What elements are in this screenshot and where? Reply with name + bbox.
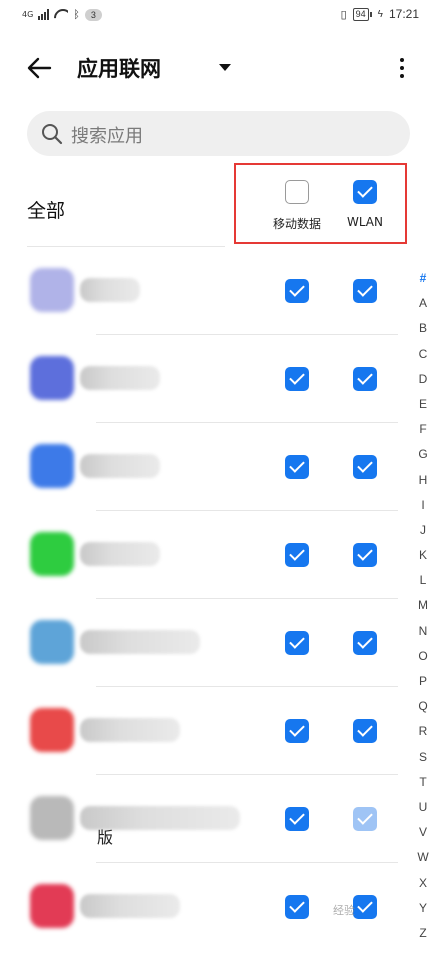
app-row[interactable]: [0, 334, 410, 422]
app-row[interactable]: [0, 598, 410, 686]
app-icon: [30, 444, 74, 488]
app-icon: [30, 268, 74, 312]
app-name-redacted: [80, 718, 180, 742]
app-icon: [30, 620, 74, 664]
app-row[interactable]: [0, 510, 410, 598]
alphabet-index-letter[interactable]: M: [413, 593, 433, 618]
back-arrow-icon: [27, 57, 52, 79]
mobile-data-checkbox[interactable]: [285, 631, 309, 655]
back-button[interactable]: [24, 52, 56, 84]
mobile-data-column-header: 移动数据: [262, 180, 332, 232]
app-name-redacted: [80, 542, 160, 566]
vibrate-icon: ▯: [340, 8, 347, 21]
wlan-all-checkbox[interactable]: [353, 180, 377, 204]
wlan-checkbox[interactable]: [353, 279, 377, 303]
app-name-redacted: [80, 894, 180, 918]
alphabet-index-letter[interactable]: T: [413, 770, 433, 795]
bluetooth-icon: ᛒ: [73, 8, 80, 21]
all-apps-label: 全部: [27, 200, 66, 222]
watermark: 经验: [333, 904, 355, 917]
alphabet-index-letter[interactable]: K: [413, 543, 433, 568]
mobile-data-checkbox[interactable]: [285, 895, 309, 919]
app-icon: [30, 532, 74, 576]
app-icon: [30, 884, 74, 928]
wlan-checkbox[interactable]: [353, 367, 377, 391]
clock: 17:21: [388, 7, 419, 21]
alphabet-index-letter[interactable]: Y: [413, 896, 433, 921]
alphabet-index-letter[interactable]: I: [413, 493, 433, 518]
wlan-checkbox[interactable]: [353, 455, 377, 479]
search-input[interactable]: 搜索应用: [27, 111, 410, 156]
alphabet-index-letter[interactable]: X: [413, 871, 433, 896]
app-name-redacted: [80, 278, 140, 302]
app-icon: [30, 356, 74, 400]
mobile-data-all-checkbox[interactable]: [285, 180, 309, 204]
page-title: 应用联网: [77, 57, 161, 81]
wlan-checkbox[interactable]: [353, 543, 377, 567]
app-header: 应用联网: [0, 40, 441, 96]
alphabet-index-letter[interactable]: F: [413, 417, 433, 442]
alphabet-index-letter[interactable]: H: [413, 468, 433, 493]
mobile-data-checkbox[interactable]: [285, 367, 309, 391]
charging-icon: ϟ: [377, 8, 383, 20]
app-icon: [30, 796, 74, 840]
battery-icon: 94: [352, 7, 372, 21]
signal-icon: [38, 9, 50, 20]
wlan-checkbox[interactable]: [353, 719, 377, 743]
alphabet-index-letter[interactable]: Z: [413, 921, 433, 946]
alphabet-index-letter[interactable]: S: [413, 745, 433, 770]
status-right: ▯ 94 ϟ 17:21: [341, 7, 419, 21]
app-row[interactable]: 版: [0, 774, 410, 862]
alphabet-index-letter[interactable]: R: [413, 719, 433, 744]
app-row[interactable]: [0, 686, 410, 774]
status-bar: 4G ᛒ 3 ▯ 94 ϟ 17:21: [0, 0, 441, 32]
alphabet-index-letter[interactable]: E: [413, 392, 433, 417]
alphabet-index-letter[interactable]: J: [413, 518, 433, 543]
search-icon: [42, 124, 63, 145]
mobile-data-label: 移动数据: [272, 217, 321, 231]
wlan-checkbox[interactable]: [353, 807, 377, 831]
network-type: 4G: [22, 10, 34, 19]
alphabet-index-letter[interactable]: Q: [413, 694, 433, 719]
app-name-redacted: [80, 366, 160, 390]
battery-level: 94: [352, 7, 369, 21]
alphabet-index-letter[interactable]: O: [413, 644, 433, 669]
mobile-data-checkbox[interactable]: [285, 279, 309, 303]
alphabet-index-letter[interactable]: B: [413, 316, 433, 341]
alphabet-index-letter[interactable]: W: [413, 845, 433, 870]
alphabet-index-letter[interactable]: #: [413, 266, 433, 291]
alphabet-index-letter[interactable]: P: [413, 669, 433, 694]
app-name-redacted: [80, 454, 160, 478]
app-name: 版: [97, 828, 114, 847]
mobile-data-checkbox[interactable]: [285, 807, 309, 831]
alphabet-index-letter[interactable]: C: [413, 342, 433, 367]
alphabet-index-letter[interactable]: V: [413, 820, 433, 845]
wlan-checkbox[interactable]: [353, 631, 377, 655]
app-row[interactable]: [0, 422, 410, 510]
wlan-column-header: WLAN: [330, 180, 400, 229]
alphabet-index[interactable]: # A B C D E F G H I J K L M N O P Q R S T U V W X Y Z: [413, 266, 433, 946]
title-dropdown-caret-icon[interactable]: [214, 58, 234, 78]
alphabet-index-letter[interactable]: L: [413, 568, 433, 593]
app-icon: [30, 708, 74, 752]
app-name-redacted: [80, 630, 200, 654]
status-left: 4G ᛒ 3: [22, 8, 102, 21]
alphabet-index-letter[interactable]: U: [413, 795, 433, 820]
mobile-data-checkbox[interactable]: [285, 455, 309, 479]
mobile-data-checkbox[interactable]: [285, 543, 309, 567]
wlan-label: WLAN: [346, 215, 383, 229]
mobile-data-checkbox[interactable]: [285, 719, 309, 743]
notification-badge: 3: [84, 8, 102, 21]
alphabet-index-letter[interactable]: A: [413, 291, 433, 316]
app-row[interactable]: [0, 246, 410, 334]
more-options-icon[interactable]: [388, 52, 416, 84]
alphabet-index-letter[interactable]: D: [413, 367, 433, 392]
wifi-icon: [54, 9, 68, 20]
search-placeholder: 搜索应用: [71, 126, 143, 147]
alphabet-index-letter[interactable]: G: [413, 442, 433, 467]
alphabet-index-letter[interactable]: N: [413, 619, 433, 644]
wlan-checkbox[interactable]: [353, 895, 377, 919]
